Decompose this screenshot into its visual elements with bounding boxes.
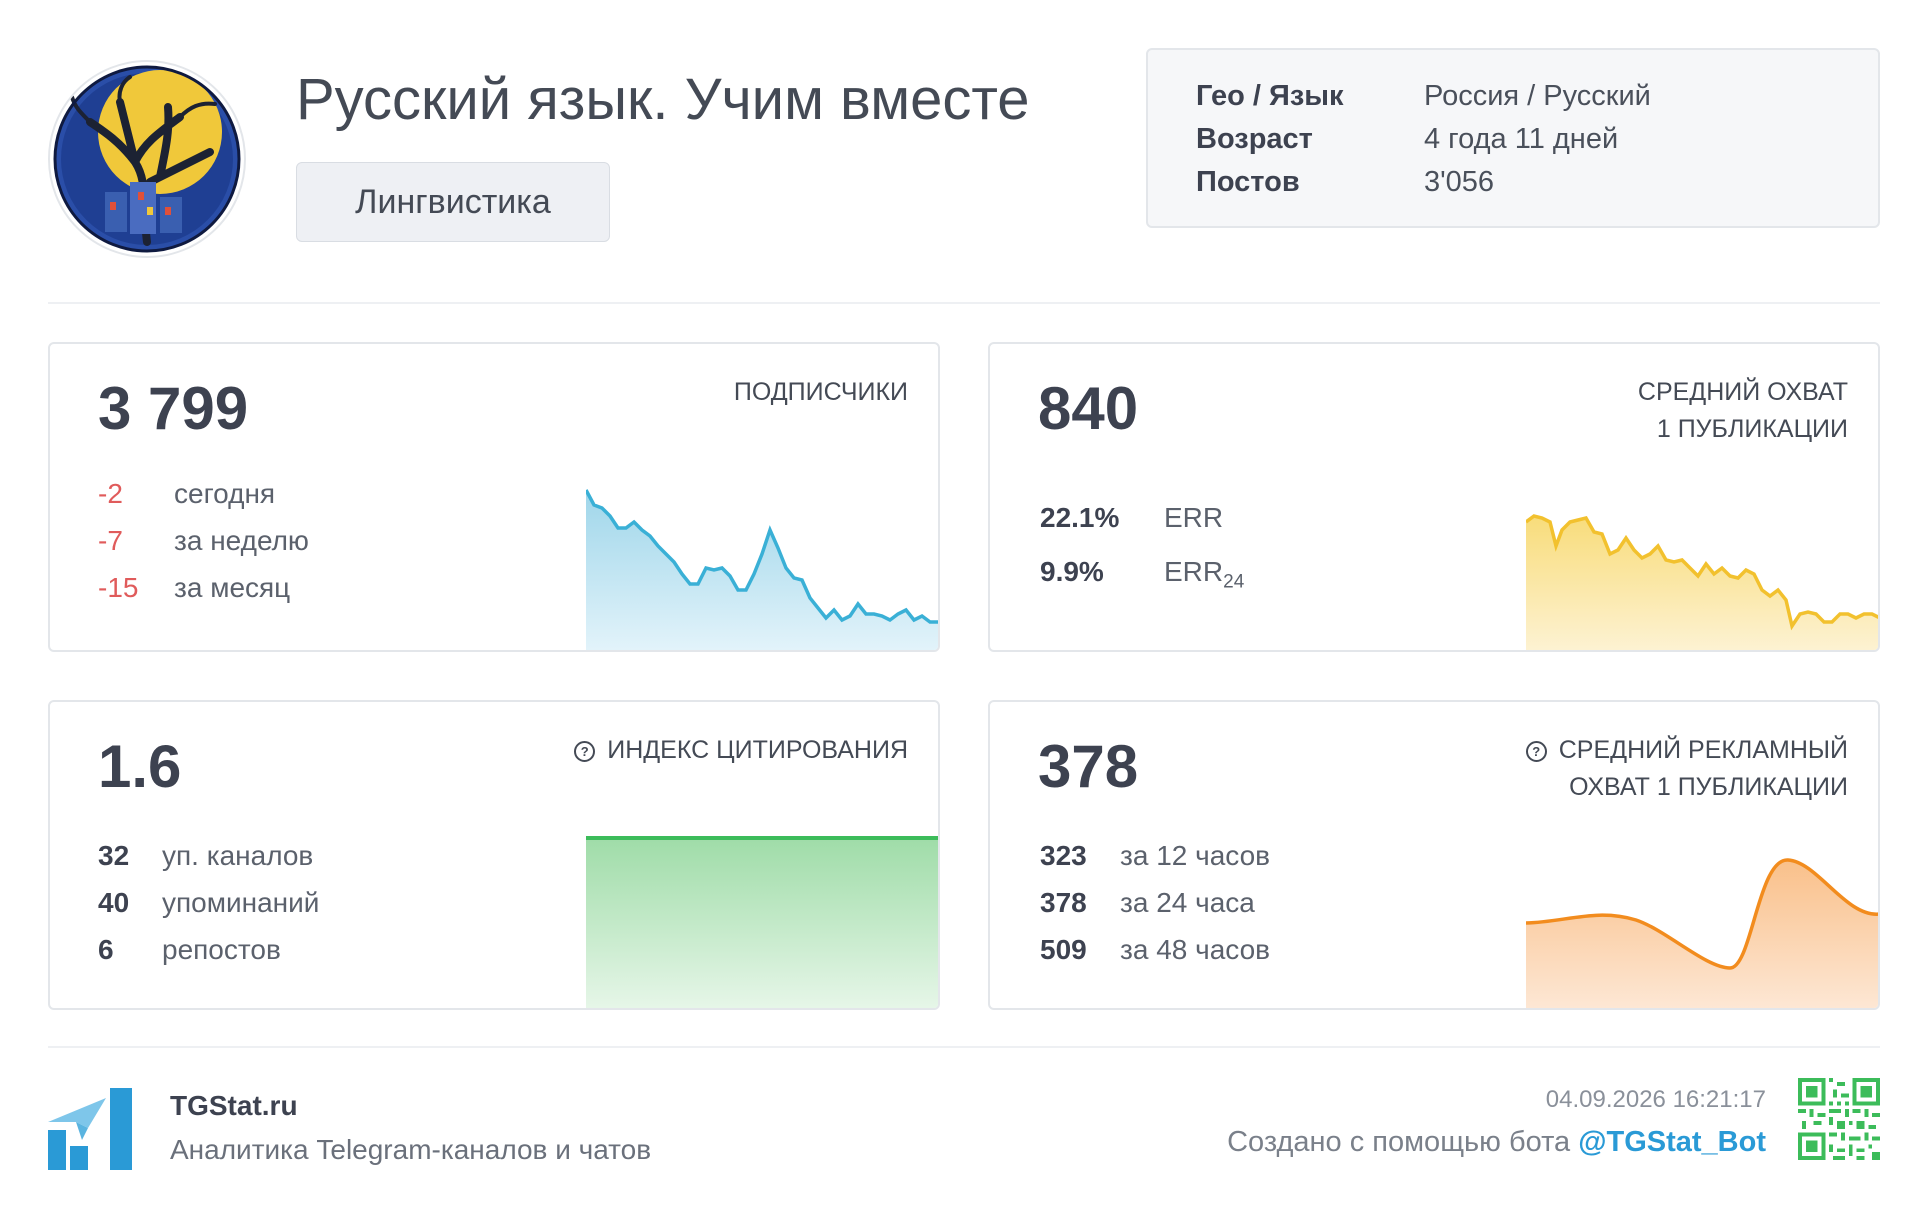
err24-label: ERR24 — [1164, 556, 1244, 594]
qr-code — [1798, 1078, 1880, 1160]
err24-label-text: ERR — [1164, 556, 1224, 587]
stat-label: за 12 часов — [1120, 840, 1271, 871]
category-badge[interactable]: Лингвистика — [296, 162, 610, 242]
category-label: Лингвистика — [355, 182, 551, 221]
info-value: 3'056 — [1424, 166, 1495, 198]
stat-num: 40 — [98, 887, 130, 918]
info-key: Постов — [1196, 166, 1300, 198]
generated-timestamp: 04.09.2026 16:21:17 — [1545, 1086, 1766, 1113]
card-title-line: ? СРЕДНИЙ РЕКЛАМНЫЙ — [1525, 732, 1848, 769]
reach-sparkline — [1526, 514, 1878, 650]
created-by: Создано с помощью бота @TGStat_Bot — [1227, 1126, 1766, 1159]
citation-sparkline — [586, 836, 938, 1008]
reach-value: 840 — [1038, 375, 1139, 442]
stat-label: упоминаний — [162, 887, 320, 918]
err-label: ERR — [1164, 502, 1224, 533]
info-value: 4 года 11 дней — [1424, 123, 1619, 155]
created-by-text: Создано с помощью бота — [1227, 1126, 1579, 1158]
brand-tagline: Аналитика Telegram-каналов и чатов — [170, 1134, 652, 1165]
reach-card[interactable]: 840 СРЕДНИЙ ОХВАТ 1 ПУБЛИКАЦИИ 22.1% ERR… — [988, 342, 1880, 652]
bot-link[interactable]: @TGStat_Bot — [1578, 1126, 1766, 1158]
channel-title: Русский язык. Учим вместе — [296, 67, 1030, 132]
change-label: сегодня — [174, 478, 276, 509]
card-title-text: СРЕДНИЙ РЕКЛАМНЫЙ — [1558, 736, 1848, 764]
err-value: 22.1% — [1040, 502, 1120, 533]
divider — [48, 1046, 1880, 1048]
stat-num: 509 — [1040, 934, 1087, 965]
ad-reach-sparkline — [1526, 858, 1878, 1008]
card-title-line: 1 ПУБЛИКАЦИИ — [1656, 415, 1848, 443]
change-label: за месяц — [174, 572, 291, 603]
citation-index-value: 1.6 — [98, 733, 182, 800]
ad-reach-value: 378 — [1038, 733, 1139, 800]
card-title-line: СРЕДНИЙ ОХВАТ — [1637, 378, 1848, 406]
stat-num: 32 — [98, 840, 130, 871]
change-label: за неделю — [174, 525, 309, 556]
subscribers-count: 3 799 — [98, 375, 249, 442]
help-icon[interactable]: ? — [1525, 741, 1547, 762]
stat-label: за 24 часа — [1120, 887, 1255, 918]
info-value: Россия / Русский — [1424, 80, 1651, 112]
stat-num: 6 — [98, 934, 114, 965]
card-title: ПОДПИСЧИКИ — [733, 378, 908, 406]
info-key: Возраст — [1196, 123, 1313, 155]
tgstat-logo[interactable] — [48, 1088, 134, 1175]
change-today: -2 — [98, 478, 123, 510]
stat-label: уп. каналов — [162, 840, 314, 871]
citation-card[interactable]: 1.6 ? ИНДЕКС ЦИТИРОВАНИЯ 32 уп. каналов 4… — [48, 700, 940, 1010]
card-title: СРЕДНИЙ ОХВАТ 1 ПУБЛИКАЦИИ — [1638, 374, 1848, 448]
change-value: -15 — [98, 572, 139, 603]
divider — [48, 302, 1880, 304]
info-key: Гео / Язык — [1196, 80, 1344, 112]
brand-name[interactable]: TGStat.ru — [170, 1090, 298, 1122]
channel-avatar — [48, 60, 246, 258]
stat-label: репостов — [162, 934, 281, 965]
card-title: ? СРЕДНИЙ РЕКЛАМНЫЙ ОХВАТ 1 ПУБЛИКАЦИИ — [1525, 732, 1848, 806]
stat-num: 378 — [1040, 887, 1087, 918]
err24-subscript: 24 — [1223, 571, 1245, 593]
subscribers-card[interactable]: 3 799 ПОДПИСЧИКИ -2 сегодня -7 за неделю… — [48, 342, 940, 652]
change-week: -7 — [98, 525, 123, 557]
card-title: ? ИНДЕКС ЦИТИРОВАНИЯ — [574, 732, 908, 769]
stat-num: 323 — [1040, 840, 1087, 871]
stat-label: за 48 часов — [1120, 934, 1271, 965]
change-month: -15 — [98, 572, 138, 604]
change-value: -7 — [98, 525, 123, 556]
help-icon[interactable]: ? — [574, 741, 596, 762]
err24-value: 9.9% — [1040, 556, 1104, 587]
card-title-text: ИНДЕКС ЦИТИРОВАНИЯ — [607, 736, 908, 764]
ad-reach-card[interactable]: 378 ? СРЕДНИЙ РЕКЛАМНЫЙ ОХВАТ 1 ПУБЛИКАЦИ… — [988, 700, 1880, 1010]
change-value: -2 — [98, 478, 123, 509]
card-title-line: ОХВАТ 1 ПУБЛИКАЦИИ — [1569, 773, 1848, 801]
channel-info-box: Гео / Язык Россия / Русский Возраст 4 го… — [1146, 48, 1880, 228]
subscribers-sparkline — [586, 489, 938, 650]
